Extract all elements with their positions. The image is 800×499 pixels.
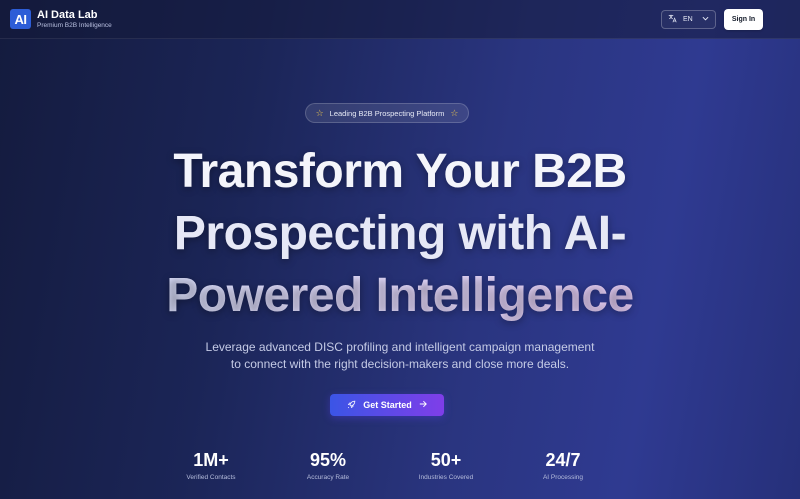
brand-title[interactable]: AI Data Lab xyxy=(37,9,98,21)
stat-ai-processing: 24/7 AI Processing xyxy=(508,449,618,481)
stat-label: Verified Contacts xyxy=(186,474,236,481)
hero-title: Transform Your B2B Prospecting with AI- … xyxy=(100,141,700,327)
hero-subtitle-line-1: Leverage advanced DISC profiling and int… xyxy=(205,340,595,354)
star-icon: ☆ xyxy=(450,107,459,118)
arrow-right-icon xyxy=(419,400,427,410)
hero-subtitle-line-2: to connect with the right decision-maker… xyxy=(230,357,570,371)
rocket-icon xyxy=(347,400,356,411)
language-value: EN xyxy=(683,16,693,23)
stat-label: Accuracy Rate xyxy=(306,474,350,481)
sign-in-button[interactable]: Sign In xyxy=(724,9,763,30)
logo-icon[interactable]: AI xyxy=(10,9,31,29)
hero-title-line-3: Powered Intelligence xyxy=(100,265,700,327)
translate-icon xyxy=(668,14,677,25)
platform-badge: ☆ Leading B2B Prospecting Platform ☆ xyxy=(305,103,469,123)
stat-value: 95% xyxy=(309,450,347,470)
stat-value: 1M+ xyxy=(193,450,229,470)
hero-title-line-1: Transform Your B2B xyxy=(173,145,627,198)
top-nav-bar: AI AI Data Lab Premium B2B Intelligence … xyxy=(0,0,800,39)
star-icon: ☆ xyxy=(315,107,324,118)
stat-label: AI Processing xyxy=(542,474,584,481)
badge-text: Leading B2B Prospecting Platform xyxy=(329,108,445,118)
chevron-down-icon xyxy=(702,16,709,23)
hero-subtitle: Leverage advanced DISC profiling and int… xyxy=(150,339,650,373)
stat-value: 50+ xyxy=(430,450,462,470)
stat-verified-contacts: 1M+ Verified Contacts xyxy=(156,449,266,481)
hero-title-line-2: Prospecting with AI- xyxy=(173,207,627,260)
stat-accuracy-rate: 95% Accuracy Rate xyxy=(273,449,383,481)
stat-value: 24/7 xyxy=(545,450,581,470)
brand-subtitle: Premium B2B Intelligence xyxy=(37,22,112,29)
stat-label: Industries Covered xyxy=(418,474,474,481)
stat-industries-covered: 50+ Industries Covered xyxy=(391,449,501,481)
language-selector[interactable]: EN xyxy=(661,10,716,29)
get-started-button[interactable]: Get Started xyxy=(330,394,444,416)
get-started-label: Get Started xyxy=(363,400,412,410)
